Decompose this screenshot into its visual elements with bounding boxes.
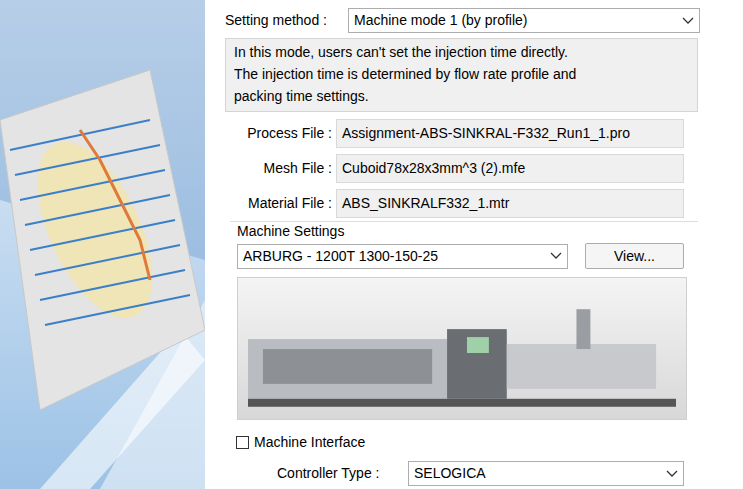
file-label: Mesh File : bbox=[225, 158, 336, 179]
controller-type-label: Controller Type : bbox=[277, 463, 408, 484]
setting-method-row: Setting method : Machine mode 1 (by profi… bbox=[225, 8, 703, 33]
info-line: The injection time is determined by flow… bbox=[234, 63, 689, 85]
setting-method-label: Setting method : bbox=[225, 10, 348, 31]
dropdown-value: ARBURG - 1200T 1300-150-25 bbox=[243, 246, 438, 267]
file-value: Cuboid78x28x3mm^3 (2).mfe bbox=[342, 158, 525, 179]
file-field: Assignment-ABS-SINKRAL-F332_Run1_1.pro bbox=[336, 119, 684, 148]
setting-method-dropdown[interactable]: Machine mode 1 (by profile) bbox=[348, 8, 700, 33]
chevron-down-icon bbox=[682, 17, 694, 25]
controller-type-row: Controller Type : SELOGICA bbox=[277, 461, 703, 486]
file-label: Process File : bbox=[225, 123, 336, 144]
file-value: Assignment-ABS-SINKRAL-F332_Run1_1.pro bbox=[342, 123, 630, 144]
file-label: Material File : bbox=[225, 193, 336, 214]
info-line: packing time settings. bbox=[234, 85, 689, 107]
info-line: In this mode, users can't set the inject… bbox=[234, 41, 689, 63]
illustration-panel bbox=[0, 0, 205, 489]
file-row: Process File : Assignment-ABS-SINKRAL-F33… bbox=[225, 119, 703, 148]
file-field: ABS_SINKRALF332_1.mtr bbox=[336, 189, 684, 218]
machine-picture bbox=[237, 277, 687, 420]
dropdown-value: Machine mode 1 (by profile) bbox=[354, 10, 528, 31]
controller-type-dropdown[interactable]: SELOGICA bbox=[408, 461, 684, 486]
machine-interface-row[interactable]: Machine Interface bbox=[236, 432, 703, 453]
machine-icon bbox=[248, 299, 676, 409]
machine-interface-checkbox[interactable] bbox=[236, 436, 249, 449]
chevron-down-icon bbox=[550, 252, 562, 260]
machine-settings-title: Machine Settings bbox=[237, 222, 698, 240]
part-illustration-icon bbox=[0, 0, 205, 489]
machine-dropdown[interactable]: ARBURG - 1200T 1300-150-25 bbox=[237, 244, 568, 269]
view-button[interactable]: View... bbox=[585, 243, 684, 269]
dropdown-value: SELOGICA bbox=[414, 463, 486, 484]
file-value: ABS_SINKRALF332_1.mtr bbox=[342, 193, 509, 214]
file-list: Process File : Assignment-ABS-SINKRAL-F33… bbox=[225, 119, 703, 218]
machine-settings-group: Machine Settings ARBURG - 1200T 1300-150-… bbox=[230, 221, 698, 426]
file-row: Material File : ABS_SINKRALF332_1.mtr bbox=[225, 189, 703, 218]
machine-row: ARBURG - 1200T 1300-150-25 View... bbox=[237, 243, 698, 269]
file-row: Mesh File : Cuboid78x28x3mm^3 (2).mfe bbox=[225, 154, 703, 183]
chevron-down-icon bbox=[666, 470, 678, 478]
machine-interface-label: Machine Interface bbox=[254, 432, 365, 453]
file-field: Cuboid78x28x3mm^3 (2).mfe bbox=[336, 154, 684, 183]
info-box: In this mode, users can't set the inject… bbox=[225, 38, 698, 112]
settings-panel: Setting method : Machine mode 1 (by profi… bbox=[205, 0, 743, 489]
